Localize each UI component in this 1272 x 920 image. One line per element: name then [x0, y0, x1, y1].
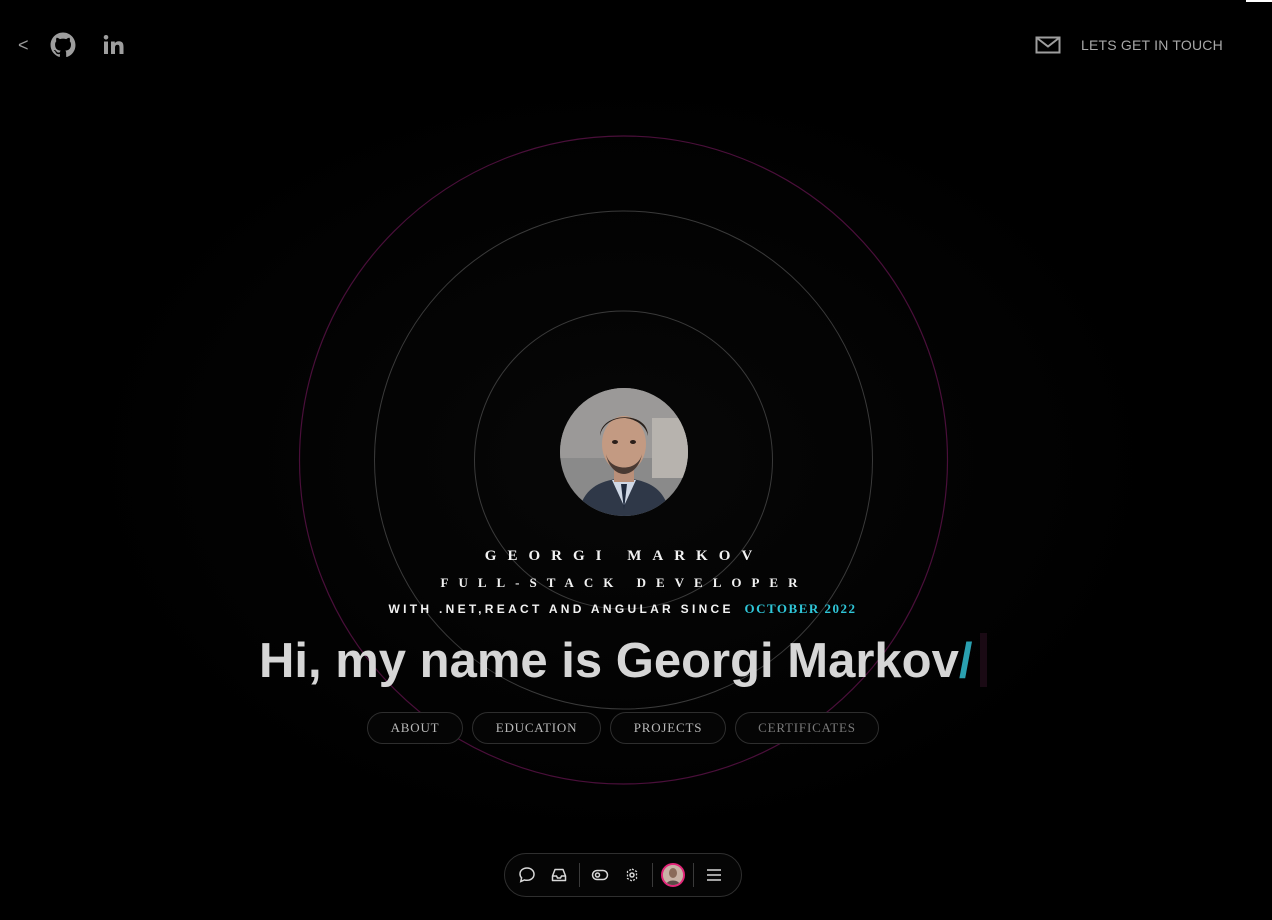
dock-divider	[652, 863, 653, 887]
contact-link[interactable]: LETS GET IN TOUCH	[1034, 30, 1223, 60]
certificates-button[interactable]: CERTIFICATES	[735, 712, 879, 744]
contact-label: LETS GET IN TOUCH	[1081, 37, 1223, 53]
github-icon[interactable]	[48, 30, 78, 60]
section-nav: ABOUT EDUCATION PROJECTS CERTIFICATES	[367, 712, 879, 744]
hero-role: FULL-STACK DEVELOPER	[440, 575, 808, 590]
profile-avatar	[560, 388, 688, 516]
toggle-eye-icon[interactable]	[587, 862, 613, 888]
headline-text: Hi, my name is Georgi Markov	[259, 634, 959, 688]
dock-divider	[579, 863, 580, 887]
settings-target-icon[interactable]	[619, 862, 645, 888]
since-date: OCTOBER 2022	[744, 601, 857, 616]
chevron-left-icon[interactable]: <	[18, 30, 38, 60]
hero-since: WITH .NET,REACT AND ANGULAR SINCE OCTOBE…	[0, 601, 1245, 617]
menu-icon[interactable]	[701, 862, 727, 888]
corner-indicator	[1246, 0, 1272, 2]
hero-headline: Hi, my name is Georgi Markov/	[259, 633, 972, 689]
portfolio-page: < LETS GET IN TOUCH GEORGI MARKOV FULL-S…	[0, 0, 1272, 920]
bottom-dock	[504, 853, 742, 897]
headline-slash: /	[958, 634, 973, 688]
dock-divider	[693, 863, 694, 887]
avatar	[661, 863, 685, 887]
chat-bubble-icon[interactable]	[514, 862, 540, 888]
social-nav: <	[18, 30, 129, 60]
linkedin-icon[interactable]	[99, 30, 129, 60]
typing-cursor	[980, 633, 987, 687]
education-button[interactable]: EDUCATION	[472, 712, 601, 744]
user-avatar[interactable]	[660, 862, 686, 888]
about-button[interactable]: ABOUT	[367, 712, 463, 744]
since-text: WITH .NET,REACT AND ANGULAR SINCE	[388, 602, 734, 616]
projects-button[interactable]: PROJECTS	[610, 712, 726, 744]
hero-name: GEORGI MARKOV	[484, 548, 764, 564]
inbox-icon[interactable]	[546, 862, 572, 888]
mail-icon	[1034, 30, 1062, 60]
